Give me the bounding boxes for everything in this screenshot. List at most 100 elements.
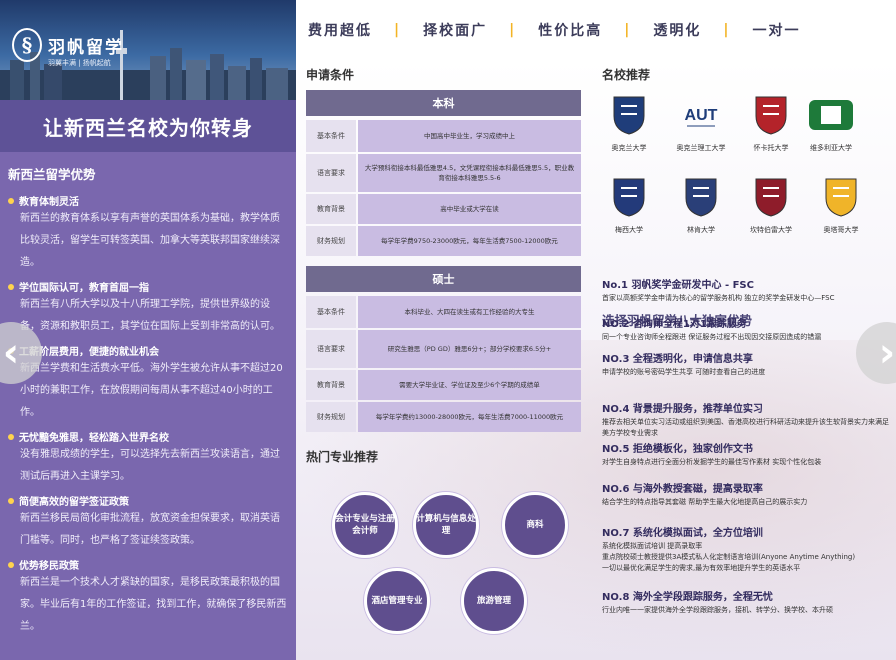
table-row: 教育背景 需要大学毕业证、学位证及至少6个学期的成绩单: [306, 370, 581, 400]
left-panel: § 羽帆留学 羽翼丰满 | 扬帆起航 让新西兰名校为你转身 新西兰留学优势 教育…: [0, 0, 296, 660]
exclusive-item: NO.3 全程透明化，申请信息共享 申请学校的账号密码学生共享 可随时查看自己的进…: [602, 350, 892, 378]
table-row: 财务规划 每学年学费约13000-28000欧元，每年生活费7000-11000欧…: [306, 402, 581, 432]
bullet-icon: [8, 497, 14, 504]
separator: |: [394, 22, 402, 38]
majors-title: 热门专业推荐: [306, 450, 379, 464]
exclusive-item-title: NO.2 咨询师全程1对1跟踪服务: [602, 319, 747, 330]
school-crest-icon: [755, 178, 787, 217]
school-crest-icon: [613, 178, 645, 217]
school-name: 奥克兰大学: [611, 144, 647, 152]
major-circle[interactable]: 计算机与信息处理: [413, 492, 479, 558]
master-head: 硕士: [306, 266, 581, 292]
exclusive-item-body: 结合学生的特点指导其套磁 帮助学生最大化地提高自己的展示实力: [602, 498, 808, 506]
row-key: 财务规划: [306, 402, 356, 432]
advantage-title: 无忧黯免雅思，轻松踏入世界名校: [8, 429, 288, 444]
school-crest-icon: [825, 178, 857, 217]
school-name: 奥塔哥大学: [823, 226, 859, 234]
table-row: 基本条件 本科毕业、大四在读生或有工作经验的大专生: [306, 296, 581, 328]
exclusive-item-body: 申请学校的账号密码学生共享 可随时查看自己的进度: [602, 368, 766, 376]
brand-logo[interactable]: § 羽帆留学: [12, 28, 124, 62]
school-item[interactable]: 奥克兰大学: [594, 94, 664, 153]
row-key: 教育背景: [306, 194, 356, 224]
advantage-title-text: 简便高效的留学签证政策: [19, 497, 129, 508]
exclusive-item: NO.8 海外全学段跟踪服务，全程无忧 行业内唯一一家提供海外全学段跟踪服务，接机…: [602, 588, 892, 616]
exclusive-item: NO.6 与海外教授套磁，提高录取率结合学生的特点指导其套磁 帮助学生最大化地提…: [602, 480, 892, 508]
row-key: 教育背景: [306, 370, 356, 400]
separator: |: [509, 22, 517, 38]
schools-title: 名校推荐: [602, 68, 651, 82]
exclusive-item-title: No.1 羽帆奖学金研发中心 - FSC: [602, 280, 754, 291]
row-value: 本科毕业、大四在读生或有工作经验的大专生: [358, 296, 581, 328]
exclusive-item-body: 首家以高额奖学金申请为核心的留学服务机构 独立的奖学金研发中心—FSC: [602, 294, 835, 302]
school-crest-icon: [685, 178, 717, 217]
exclusive-item-title: NO.6 与海外教授套磁，提高录取率: [602, 484, 763, 495]
table-row: 基本条件 中国高中毕业生，学习成绩中上: [306, 120, 581, 152]
advantage-body: 新西兰移民局简化审批流程，放宽资金担保要求，取消英语门槛等。同时，也严格了签证续…: [20, 513, 280, 546]
school-item[interactable]: 梅西大学: [594, 176, 664, 235]
major-circle[interactable]: 酒店管理专业: [364, 568, 430, 634]
school-item[interactable]: 维多利亚大学: [796, 94, 866, 153]
feature-item: 择校面广: [423, 23, 488, 39]
row-key: 基本条件: [306, 296, 356, 328]
school-crest-icon: [809, 100, 853, 130]
school-name: 坎特伯雷大学: [750, 226, 792, 234]
svg-text:AUT: AUT: [685, 107, 718, 124]
row-value: 中国高中毕业生，学习成绩中上: [358, 120, 581, 152]
exclusive-item-body: 对学生自身特点进行全面分析发掘学生的最佳写作素材 实现个性化包装: [602, 458, 822, 466]
major-circle[interactable]: 会计专业与注册会计师: [332, 492, 398, 558]
bullet-icon: [8, 283, 14, 290]
bullet-icon: [8, 561, 14, 568]
row-value: 高中毕业或大学在读: [358, 194, 581, 224]
logo-subtitle: 羽翼丰满 | 扬帆起航: [48, 59, 111, 67]
table-row: 财务规划 每学年学费9750-23000欧元，每年生活费7500-12000欧元: [306, 226, 581, 256]
advantage-body: 新西兰学费和生活费水平低。海外学生被允许从事不超过20小时的兼职工作，在放假期间…: [20, 363, 283, 418]
advantage-list: 教育体制灵活 新西兰的教育体系以享有声誉的英国体系为基础，教学体质比较灵活，留学生…: [8, 193, 288, 638]
bullet-icon: [8, 197, 14, 204]
school-item[interactable]: 坎特伯雷大学: [736, 176, 806, 235]
row-value: 每学年学费9750-23000欧元，每年生活费7500-12000欧元: [358, 226, 581, 256]
table-row: 语言要求 大学预科衔接本科最低雅思4.5，文凭课程衔接本科最低雅思5.5，职业教育…: [306, 154, 581, 192]
exclusive-item-body: 行业内唯一一家提供海外全学段跟踪服务，接机、转学分、换学校、本升硕: [602, 606, 833, 614]
logo-icon: §: [12, 28, 42, 62]
advantage-body: 没有雅思成绩的学生，可以选择先去新西兰攻读语言，通过测试后再进入主课学习。: [20, 449, 280, 482]
separator: |: [723, 22, 731, 38]
exclusive-item-body: 同一个专业咨询师全程跟进 保证服务过程不出现因交接原因造成的错漏: [602, 333, 822, 341]
logo-text: 羽帆留学: [48, 37, 124, 58]
advantage-title: 工薪阶层费用，便捷的就业机会: [8, 343, 288, 358]
row-value: 每学年学费约13000-28000欧元，每年生活费7000-11000欧元: [358, 402, 581, 432]
feature-item: 一对一: [752, 23, 801, 39]
hero-banner: § 羽帆留学 羽翼丰满 | 扬帆起航: [0, 0, 296, 100]
separator: |: [624, 22, 632, 38]
feature-item: 费用超低: [308, 23, 372, 39]
bachelor-head: 本科: [306, 90, 581, 116]
apply-title: 申请条件: [306, 68, 355, 82]
row-key: 语言要求: [306, 330, 356, 368]
exclusive-item: No.1 羽帆奖学金研发中心 - FSC 首家以高额奖学金申请为核心的留学服务机构…: [602, 276, 892, 304]
school-name: 林肯大学: [687, 226, 715, 234]
school-item[interactable]: 林肯大学: [666, 176, 736, 235]
school-name: 奥克兰理工大学: [676, 144, 726, 152]
advantage-title: 学位国际认可，教育首屈一指: [8, 279, 288, 294]
school-crest-icon: [613, 96, 645, 135]
main-area: 申请条件 本科 基本条件 中国高中毕业生，学习成绩中上 语言要求 大学预科衔接本科最低…: [296, 60, 896, 660]
table-row: 语言要求 研究生雅思（PD GD）雅思6分+；部分学校要求6.5分+: [306, 330, 581, 368]
row-value: 需要大学毕业证、学位证及至少6个学期的成绩单: [358, 370, 581, 400]
row-key: 财务规划: [306, 226, 356, 256]
advantage-body: 新西兰是一个技术人才紧缺的国家，是移民政策最积极的国家。毕业后有1年的工作签证，…: [20, 577, 287, 632]
row-key: 语言要求: [306, 154, 356, 192]
feature-item: 性价比高: [538, 23, 603, 39]
bullet-icon: [8, 433, 14, 440]
major-circle[interactable]: 商科: [502, 492, 568, 558]
school-crest-icon: [755, 96, 787, 135]
advantage-title-text: 优势移民政策: [19, 561, 79, 572]
exclusive-item: NO.5 拒绝模板化，独家创作文书 对学生自身特点进行全面分析发掘学生的最佳写作素…: [602, 440, 892, 468]
advantage-title: 优势移民政策: [8, 557, 288, 572]
school-item[interactable]: AUT 奥克兰理工大学: [666, 94, 736, 153]
advantage-title-text: 教育体制灵活: [19, 197, 79, 208]
row-value: 大学预科衔接本科最低雅思4.5，文凭课程衔接本科最低雅思5.5，职业教育衔接本科…: [358, 154, 581, 192]
school-item[interactable]: 奥塔哥大学: [806, 176, 876, 235]
exclusive-item: NO.4 背景提升服务，推荐单位实习 推荐去相关单位实习活动或组织到美国、香港高校…: [602, 400, 892, 439]
major-circle[interactable]: 旅游管理: [461, 568, 527, 634]
nz-advantages-title: 新西兰留学优势: [8, 167, 96, 182]
feature-strip: 费用超低 | 择校面广 | 性价比高 | 透明化 | 一对一: [296, 0, 896, 60]
